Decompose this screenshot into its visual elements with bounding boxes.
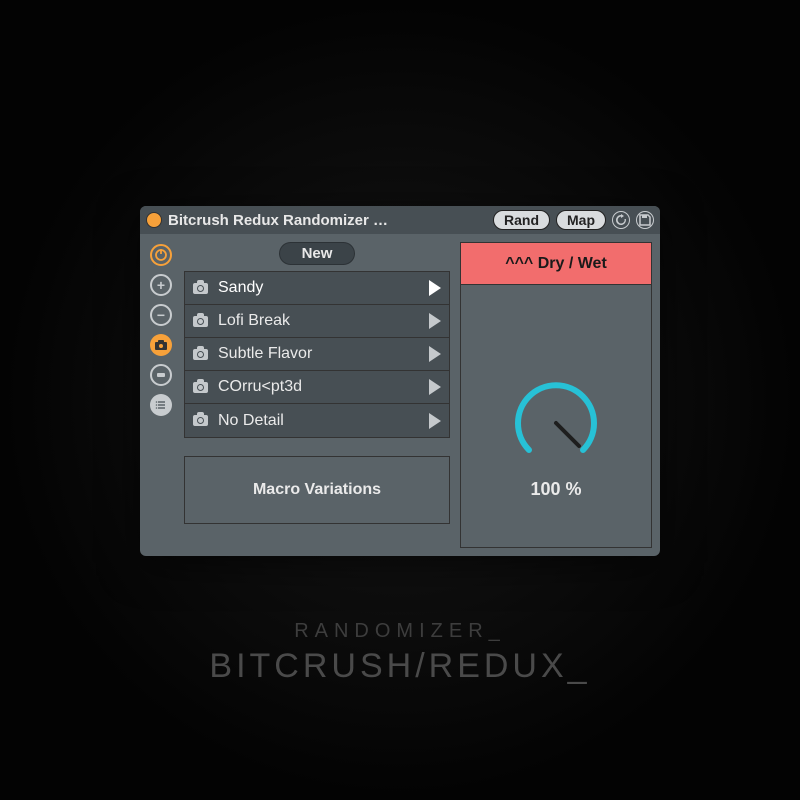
knob-panel: ^^^ Dry / Wet 100 % bbox=[460, 242, 652, 548]
preset-list: Sandy Lofi Break Subtle Flavor COrru<pt3… bbox=[184, 271, 450, 438]
camera-icon bbox=[193, 349, 208, 360]
save-icon[interactable] bbox=[636, 211, 654, 229]
preset-label: Lofi Break bbox=[218, 312, 419, 330]
collapse-icon[interactable] bbox=[150, 364, 172, 386]
remove-icon[interactable]: − bbox=[150, 304, 172, 326]
preset-row[interactable]: No Detail bbox=[185, 404, 449, 437]
device-title: Bitcrush Redux Randomizer … bbox=[168, 212, 388, 229]
add-icon[interactable]: + bbox=[150, 274, 172, 296]
preset-row[interactable]: Subtle Flavor bbox=[185, 338, 449, 371]
play-icon[interactable] bbox=[429, 313, 441, 329]
preset-row[interactable]: Sandy bbox=[185, 272, 449, 305]
preset-label: COrru<pt3d bbox=[218, 378, 419, 396]
preset-row[interactable]: Lofi Break bbox=[185, 305, 449, 338]
knob-value: 100 % bbox=[530, 479, 581, 500]
new-button[interactable]: New bbox=[279, 242, 356, 265]
snapshot-icon[interactable] bbox=[150, 334, 172, 356]
camera-icon bbox=[193, 415, 208, 426]
play-icon[interactable] bbox=[429, 280, 441, 296]
device-window: Bitcrush Redux Randomizer … Rand Map + − bbox=[140, 206, 660, 556]
device-body: + − New Sandy Lo bbox=[140, 234, 660, 556]
macro-variations-label: Macro Variations bbox=[184, 456, 450, 524]
map-button[interactable]: Map bbox=[556, 210, 606, 230]
preset-label: Sandy bbox=[218, 279, 419, 297]
preset-column: New Sandy Lofi Break Subtle Flavor bbox=[184, 242, 450, 548]
refresh-icon[interactable] bbox=[612, 211, 630, 229]
dry-wet-knob[interactable] bbox=[506, 373, 606, 473]
caption-line1: RANDOMIZER_ bbox=[0, 620, 800, 643]
play-icon[interactable] bbox=[429, 346, 441, 362]
caption-line2: BITCRUSH/REDUX_ bbox=[0, 647, 800, 686]
icon-rail: + − bbox=[148, 242, 174, 548]
camera-icon bbox=[193, 283, 208, 294]
device-enable-dot[interactable] bbox=[146, 212, 162, 228]
knob-header[interactable]: ^^^ Dry / Wet bbox=[461, 243, 651, 285]
preset-label: Subtle Flavor bbox=[218, 345, 419, 363]
preset-row[interactable]: COrru<pt3d bbox=[185, 371, 449, 404]
power-icon[interactable] bbox=[150, 244, 172, 266]
preset-label: No Detail bbox=[218, 412, 419, 430]
camera-icon bbox=[193, 382, 208, 393]
rand-button[interactable]: Rand bbox=[493, 210, 550, 230]
camera-icon bbox=[193, 316, 208, 327]
play-icon[interactable] bbox=[429, 379, 441, 395]
knob-wrap: 100 % bbox=[506, 285, 606, 547]
caption: RANDOMIZER_ BITCRUSH/REDUX_ bbox=[0, 620, 800, 686]
list-icon[interactable] bbox=[150, 394, 172, 416]
play-icon[interactable] bbox=[429, 413, 441, 429]
titlebar: Bitcrush Redux Randomizer … Rand Map bbox=[140, 206, 660, 234]
